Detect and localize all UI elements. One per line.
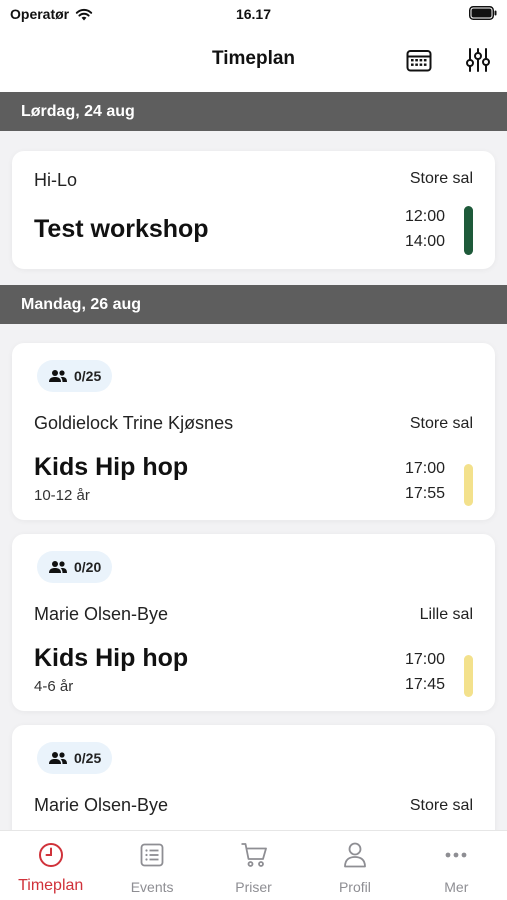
capacity-count: 0/25 <box>74 368 102 384</box>
people-icon <box>49 370 67 382</box>
class-name: Test workshop <box>34 215 209 243</box>
tab-bar: Timeplan Events Priser Profil Mer <box>0 830 507 900</box>
room-name: Store sal <box>409 415 473 432</box>
tab-label: Mer <box>444 879 469 895</box>
class-card[interactable]: 0/25 Marie Olsen-Bye Store sal <box>12 725 495 830</box>
end-time: 14:00 <box>404 233 445 250</box>
tab-events[interactable]: Events <box>101 831 202 900</box>
filter-button[interactable] <box>462 44 494 76</box>
clock-icon <box>38 843 63 867</box>
tab-timeplan[interactable]: Timeplan <box>0 831 101 900</box>
class-card-workshop[interactable]: Hi-Lo Store sal Test workshop 12:00 14:0… <box>12 151 495 269</box>
category-color-bar <box>464 206 473 255</box>
end-time: 17:55 <box>404 485 445 502</box>
person-icon <box>344 842 366 868</box>
clock-time: 16.17 <box>235 6 272 22</box>
people-icon <box>49 752 67 764</box>
class-name: Kids Hip hop <box>34 453 189 481</box>
teacher-name: Marie Olsen-Bye <box>34 604 169 624</box>
sliders-icon <box>466 48 490 72</box>
start-time: 17:00 <box>404 651 445 668</box>
capacity-badge: 0/20 <box>37 551 113 583</box>
status-bar: Operatør 16.17 <box>0 0 507 30</box>
tab-label: Events <box>130 879 174 895</box>
start-time: 17:00 <box>404 460 445 477</box>
category-color-bar <box>464 464 473 506</box>
tab-mer[interactable]: Mer <box>406 831 507 900</box>
calendar-icon <box>406 50 432 72</box>
tab-label: Profil <box>338 879 371 895</box>
age-group: 10-12 år <box>34 487 90 504</box>
calendar-button[interactable] <box>403 44 435 76</box>
room-name: Store sal <box>409 170 473 187</box>
teacher-name: Marie Olsen-Bye <box>34 795 169 815</box>
people-icon <box>49 561 67 573</box>
list-icon <box>140 843 164 867</box>
room-name: Lille sal <box>419 606 473 623</box>
teacher-name: Goldielock Trine Kjøsnes <box>34 413 234 433</box>
more-icon <box>445 852 467 858</box>
schedule-list[interactable]: Lørdag, 24 aug Hi-Lo Store sal Test work… <box>0 92 507 830</box>
class-card[interactable]: 0/25 Goldielock Trine Kjøsnes Store sal … <box>12 343 495 520</box>
teacher-name: Hi-Lo <box>34 170 78 190</box>
tab-label: Timeplan <box>18 877 84 894</box>
category-color-bar <box>464 655 473 697</box>
class-name: Kids Hip hop <box>34 644 189 672</box>
tab-label: Priser <box>235 879 272 895</box>
age-group: 4-6 år <box>34 678 74 695</box>
capacity-badge: 0/25 <box>37 742 113 774</box>
battery-icon <box>469 6 497 25</box>
date-section-header: Lørdag, 24 aug <box>0 92 507 131</box>
cart-icon <box>241 843 267 867</box>
capacity-badge: 0/25 <box>37 360 113 392</box>
date-section-header: Mandag, 26 aug <box>0 285 507 324</box>
nav-bar: Timeplan <box>0 30 507 92</box>
capacity-count: 0/25 <box>74 750 102 766</box>
end-time: 17:45 <box>404 676 445 693</box>
start-time: 12:00 <box>404 208 445 225</box>
tab-profil[interactable]: Profil <box>304 831 405 900</box>
capacity-count: 0/20 <box>74 559 102 575</box>
class-card[interactable]: 0/20 Marie Olsen-Bye Lille sal Kids Hip … <box>12 534 495 711</box>
room-name: Store sal <box>409 797 473 814</box>
tab-priser[interactable]: Priser <box>203 831 304 900</box>
